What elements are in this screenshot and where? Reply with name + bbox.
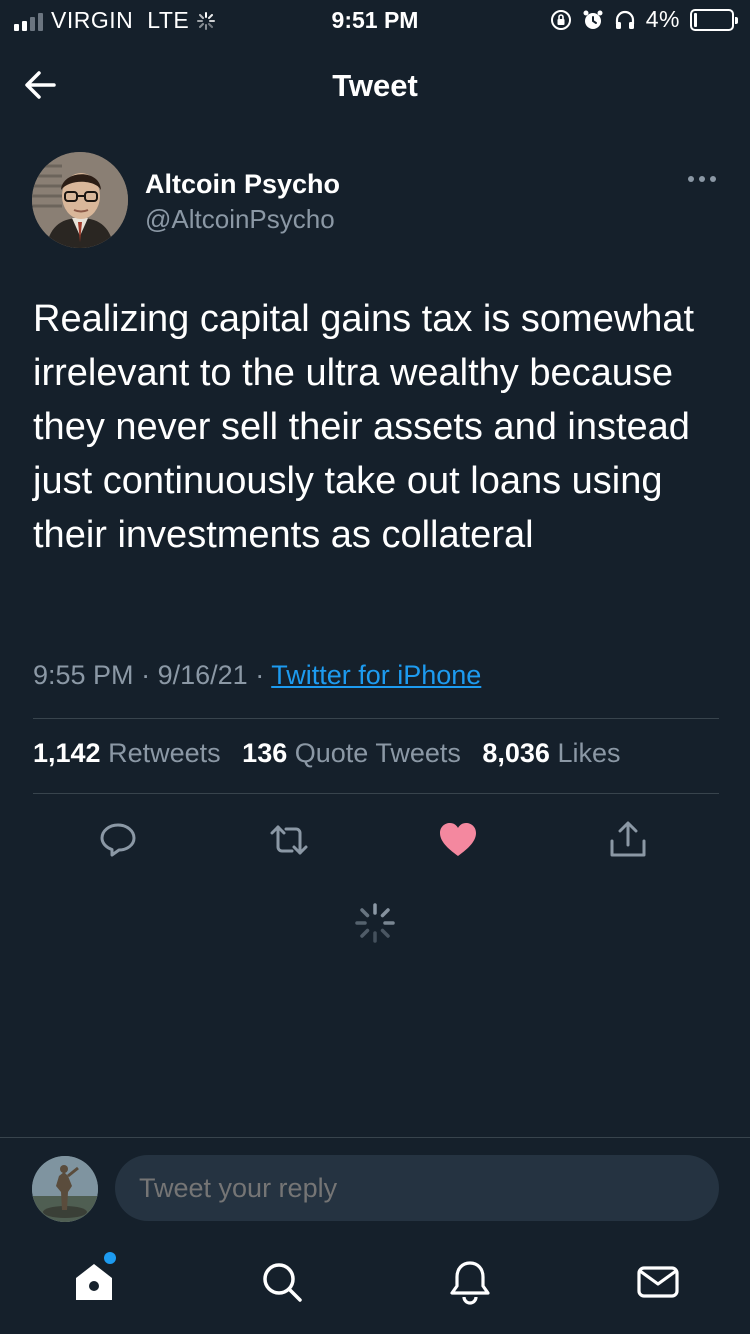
battery-percent: 4% [645, 6, 680, 32]
author-name[interactable]: Altcoin Psycho [145, 169, 340, 200]
reply-composer [0, 1137, 750, 1227]
status-bar: VIRGIN LTE 9:51 PM 4% [0, 0, 750, 40]
tweet-actions [0, 812, 750, 868]
reply-button[interactable] [90, 812, 146, 868]
top-header: Tweet [0, 50, 750, 120]
author-avatar[interactable] [32, 152, 128, 248]
home-notification-dot [104, 1252, 116, 1264]
quotes-count: 136 [242, 738, 288, 768]
headphones-icon [615, 10, 634, 29]
heart-icon [440, 823, 476, 856]
retweet-button[interactable] [261, 812, 317, 868]
likes-stat[interactable]: 8,036 Likes [482, 738, 620, 768]
tweet-author: Altcoin Psycho @AltcoinPsycho [32, 152, 722, 252]
author-avatar-image [32, 152, 128, 248]
orientation-lock-icon [550, 9, 571, 30]
likes-count: 8,036 [482, 738, 550, 768]
tweet-detail-screen: VIRGIN LTE 9:51 PM 4% Tweet Altcoin Psyc… [0, 0, 750, 1334]
user-avatar-image [32, 1156, 98, 1222]
tab-messages[interactable] [632, 1256, 684, 1308]
more-options-icon[interactable] [688, 176, 716, 182]
author-handle[interactable]: @AltcoinPsycho [145, 204, 335, 235]
tab-search[interactable] [256, 1256, 308, 1308]
alarm-icon [583, 10, 603, 29]
tweet-meta: 9:55 PM · 9/16/21 · Twitter for iPhone [33, 660, 481, 691]
meta-separator: · [141, 660, 158, 690]
divider [33, 718, 719, 719]
retweets-count: 1,142 [33, 738, 101, 768]
tab-home[interactable] [68, 1252, 120, 1308]
like-button[interactable] [430, 812, 486, 868]
retweets-label: Retweets [108, 738, 221, 768]
likes-label: Likes [557, 738, 621, 768]
quotes-stat[interactable]: 136 Quote Tweets [242, 738, 461, 768]
quotes-label: Quote Tweets [294, 738, 461, 768]
share-icon [610, 821, 646, 857]
tweet-text: Realizing capital gains tax is somewhat … [33, 298, 695, 556]
retweets-stat[interactable]: 1,142 Retweets [33, 738, 221, 768]
bottom-tab-bar [0, 1246, 750, 1326]
tab-notifications[interactable] [444, 1256, 496, 1308]
loading-spinner-icon [355, 903, 395, 943]
share-button[interactable] [600, 812, 656, 868]
tweet-stats: 1,142 Retweets 136 Quote Tweets 8,036 Li… [33, 738, 635, 769]
tweet-time: 9:55 PM [33, 660, 134, 690]
battery-icon [690, 8, 738, 31]
user-avatar[interactable] [32, 1156, 98, 1222]
home-icon [76, 1264, 112, 1300]
bell-icon [450, 1261, 490, 1305]
search-icon [263, 1263, 302, 1302]
reply-icon [100, 823, 136, 857]
retweet-icon [270, 825, 308, 855]
mail-icon [637, 1266, 679, 1298]
meta-separator: · [255, 660, 272, 690]
status-right: 4% [550, 6, 738, 33]
reply-input[interactable] [115, 1155, 719, 1221]
divider [33, 793, 719, 794]
tweet-date: 9/16/21 [157, 660, 248, 690]
tweet-source-link[interactable]: Twitter for iPhone [271, 660, 481, 690]
page-title: Tweet [332, 68, 418, 103]
